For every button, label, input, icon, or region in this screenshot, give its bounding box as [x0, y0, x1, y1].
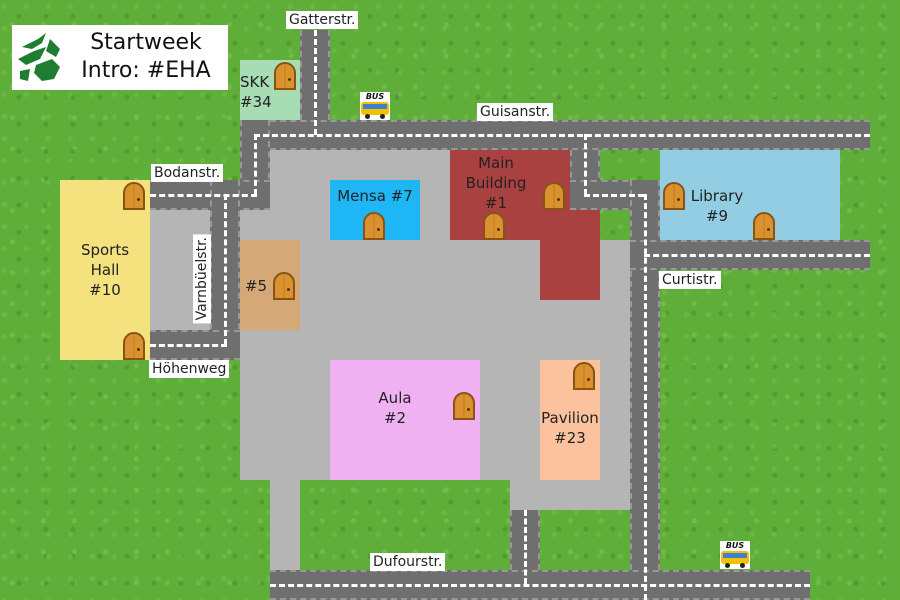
- door-icon[interactable]: [363, 212, 385, 240]
- door-icon[interactable]: [483, 212, 505, 240]
- lane-curtistr: [644, 254, 870, 257]
- bus-stop-dufourstr[interactable]: BUS: [720, 541, 750, 569]
- lane-east-link: [584, 194, 644, 197]
- lane-bodanstr: [150, 194, 257, 197]
- street-sign-gatterstr: Gatterstr.: [286, 11, 359, 29]
- sports-hall-label-line2: Hall: [90, 261, 120, 279]
- map-title: Startweek Intro: #EHA: [66, 29, 226, 85]
- bus-wheel: [725, 563, 730, 568]
- university-logo-icon: [16, 29, 62, 85]
- bus-wheel: [380, 114, 385, 119]
- map-title-line1: Startweek: [90, 30, 202, 55]
- street-sign-hoehenweg: Höhenweg: [149, 360, 230, 378]
- lane-bodanstr-vertical: [254, 134, 257, 195]
- door-icon[interactable]: [123, 182, 145, 210]
- main-building-label: Main Building #1: [456, 153, 536, 213]
- building5-label-line1: #5: [244, 277, 268, 295]
- main-building-label-line2: Building: [465, 174, 527, 192]
- mensa-label-line1: Mensa #7: [337, 187, 413, 205]
- lane-dufour-link: [524, 510, 527, 584]
- skk-label-line2: #34: [240, 93, 272, 111]
- door-icon[interactable]: [274, 62, 296, 90]
- sports-hall-label: Sports Hall #10: [60, 240, 150, 300]
- pavilion-label: Pavilion #23: [536, 408, 604, 448]
- street-sign-bodanstr: Bodanstr.: [151, 164, 224, 182]
- campus-path-south: [270, 480, 300, 570]
- bus-icon-label: BUS: [725, 541, 745, 550]
- street-sign-curtistr: Curtistr.: [659, 271, 721, 289]
- door-icon[interactable]: [573, 362, 595, 390]
- skk-label-line1: SKK: [240, 73, 270, 91]
- aula-label-line1: Aula: [378, 389, 412, 407]
- lane-hoehenweg: [150, 344, 227, 347]
- building5-label: #5: [240, 276, 272, 296]
- main-building-label-line1: Main: [478, 154, 514, 172]
- sports-hall-label-line1: Sports: [80, 241, 130, 259]
- door-icon[interactable]: [123, 332, 145, 360]
- library-label: Library #9: [682, 186, 752, 226]
- bus-wheel: [365, 114, 370, 119]
- library-label-line1: Library: [690, 187, 744, 205]
- street-sign-dufourstr: Dufourstr.: [370, 553, 446, 571]
- door-icon[interactable]: [663, 182, 685, 210]
- lane-guisanstr: [254, 134, 870, 137]
- bus-stop-guisanstr[interactable]: BUS: [360, 92, 390, 120]
- skk-label: SKK #34: [240, 72, 274, 112]
- pavilion-label-line1: Pavilion: [541, 409, 599, 427]
- campus-map: SKK #34 Sports Hall #10 Mensa #7 Main Bu…: [0, 0, 900, 600]
- map-title-line2: Intro: #EHA: [81, 58, 211, 83]
- library-label-line2: #9: [705, 207, 729, 225]
- street-sign-guisanstr: Guisanstr.: [477, 103, 554, 121]
- bus-wheel: [740, 563, 745, 568]
- lane-dufourstr: [270, 584, 810, 587]
- bus-window: [723, 553, 747, 558]
- title-panel: Startweek Intro: #EHA: [12, 25, 228, 90]
- building-main-wing[interactable]: [540, 210, 600, 300]
- door-icon[interactable]: [753, 212, 775, 240]
- bus-window: [363, 104, 387, 109]
- main-building-label-line3: #1: [484, 194, 508, 212]
- door-icon[interactable]: [453, 392, 475, 420]
- pavilion-label-line2: #23: [554, 429, 586, 447]
- lane-gatterstr: [314, 30, 317, 135]
- sports-hall-label-line3: #10: [89, 281, 121, 299]
- lane-varnbuelstr: [224, 194, 227, 345]
- aula-label-line2: #2: [383, 409, 407, 427]
- lane-guisan-link: [584, 134, 587, 195]
- door-icon[interactable]: [273, 272, 295, 300]
- street-sign-varnbuelstr: Varnbüelstr.: [193, 234, 211, 324]
- mensa-label: Mensa #7: [330, 186, 420, 206]
- door-icon[interactable]: [543, 182, 565, 210]
- aula-label: Aula #2: [360, 388, 430, 428]
- bus-icon-label: BUS: [365, 92, 385, 101]
